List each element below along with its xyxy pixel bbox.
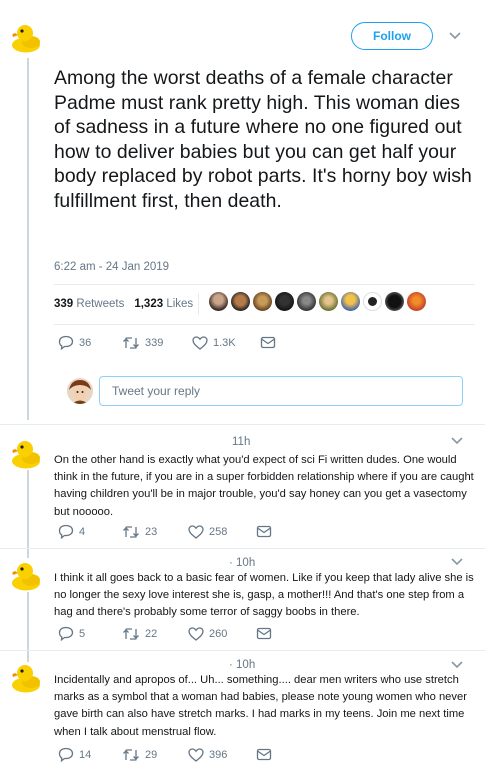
reply-button[interactable]: 5 [58,626,122,641]
divider [0,548,485,549]
chevron-down-icon[interactable] [449,32,461,40]
like-button[interactable]: 258 [188,524,256,539]
avatar[interactable] [385,292,404,311]
avatar[interactable] [319,292,338,311]
heart-icon [188,626,204,641]
retweet-icon [123,525,139,538]
avatar[interactable] [363,292,382,311]
retweet-icon [123,336,139,349]
like-count: 260 [209,627,228,640]
reply-icon [58,747,74,762]
retweets-stat[interactable]: 339 Retweets [54,298,124,310]
reply-text: I think it all goes back to a basic fear… [54,572,474,619]
avatar[interactable] [275,292,294,311]
like-count: 396 [209,748,228,761]
like-count: 1.3K [213,336,236,349]
liker-avatars [209,292,426,311]
retweet-count: 339 [145,336,164,349]
divider [0,424,485,425]
tweet-stats: 339 Retweets 1,323 Likes [54,296,193,312]
thread-line [27,592,29,662]
chevron-down-icon[interactable] [451,437,463,445]
likes-label: Likes [166,298,194,310]
avatar[interactable] [341,292,360,311]
reply-icon [58,626,74,641]
retweet-count: 23 [145,525,158,538]
divider [54,324,475,325]
retweets-label: Retweets [76,298,125,310]
envelope-icon [256,627,272,640]
divider [198,293,199,315]
chevron-down-icon[interactable] [451,558,463,566]
retweet-count: 22 [145,627,158,640]
follow-button[interactable]: Follow [351,22,433,50]
avatar [67,378,93,404]
heart-icon [192,335,208,350]
reply-icon [58,335,74,350]
message-button[interactable] [256,748,272,761]
reply-text: Incidentally and apropos of... Uh... som… [54,674,467,738]
reply-timestamp[interactable]: 11h [232,436,250,448]
retweet-icon [123,748,139,761]
author-avatar-duck-icon[interactable] [11,20,45,54]
message-button[interactable] [260,336,276,349]
reply-button[interactable]: 4 [58,524,122,539]
reply-icon [58,524,74,539]
envelope-icon [256,748,272,761]
avatar[interactable] [209,292,228,311]
reply-composer: Tweet your reply [57,373,469,409]
reply-input[interactable]: Tweet your reply [99,376,463,406]
reply-button[interactable]: 36 [58,335,122,350]
heart-icon [188,747,204,762]
divider [0,650,485,651]
likes-count: 1,323 [134,298,164,310]
retweet-button[interactable]: 22 [122,627,188,641]
avatar[interactable] [407,292,426,311]
reply-count: 4 [79,525,86,538]
retweet-button[interactable]: 29 [122,748,188,762]
reply-timestamp[interactable]: · 10h [229,557,255,569]
divider [54,284,475,285]
like-button[interactable]: 1.3K [192,335,260,350]
avatar[interactable] [297,292,316,311]
tweet-text: Among the worst deaths of a female chara… [54,67,472,212]
retweet-count: 29 [145,748,158,761]
reply-count: 36 [79,336,92,349]
likes-stat[interactable]: 1,323 Likes [134,298,193,310]
like-count: 258 [209,525,228,538]
thread-line [27,58,29,420]
reply-actions: 4 23 258 [58,524,272,539]
reply-text: On the other hand is exactly what you'd … [54,454,474,518]
avatar[interactable] [253,292,272,311]
like-button[interactable]: 396 [188,747,256,762]
retweet-icon [123,627,139,640]
reply-avatar-duck-icon[interactable] [11,558,45,592]
retweet-button[interactable]: 23 [122,525,188,539]
reply-count: 5 [79,627,86,640]
reply-actions: 5 22 260 [58,626,272,641]
heart-icon [188,524,204,539]
like-button[interactable]: 260 [188,626,256,641]
envelope-icon [256,525,272,538]
chevron-down-icon[interactable] [451,661,463,669]
envelope-icon [260,336,276,349]
avatar[interactable] [231,292,250,311]
tweet-actions: 36 339 1.3K [58,335,276,350]
reply-count: 14 [79,748,92,761]
retweets-count: 339 [54,298,74,310]
reply-avatar-duck-icon[interactable] [11,436,45,470]
reply-button[interactable]: 14 [58,747,122,762]
tweet-timestamp[interactable]: 6:22 am - 24 Jan 2019 [54,261,169,273]
reply-actions: 14 29 396 [58,747,272,762]
retweet-button[interactable]: 339 [122,336,192,350]
reply-avatar-duck-icon[interactable] [11,660,45,694]
message-button[interactable] [256,627,272,640]
thread-line [27,470,29,558]
message-button[interactable] [256,525,272,538]
reply-timestamp[interactable]: · 10h [229,659,255,671]
